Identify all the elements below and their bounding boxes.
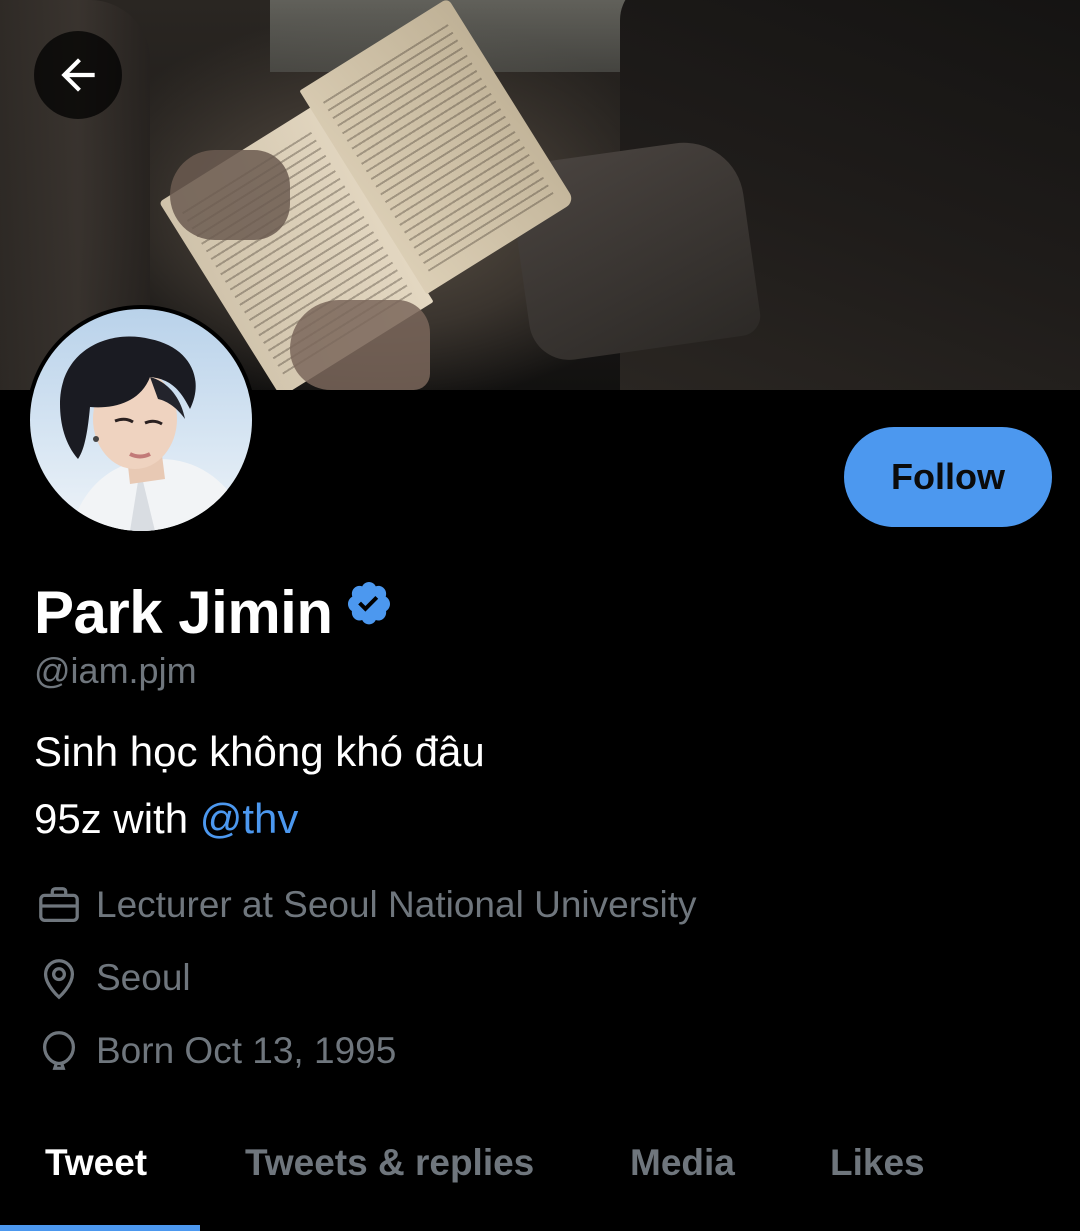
arrow-left-icon	[61, 58, 95, 92]
follow-button[interactable]: Follow	[844, 427, 1052, 527]
back-button[interactable]	[34, 31, 122, 119]
tab-likes[interactable]: Likes	[830, 1142, 925, 1184]
balloon-icon	[34, 1026, 84, 1076]
mention-link[interactable]: @thv	[200, 795, 299, 842]
birthday-text: Born Oct 13, 1995	[96, 1030, 397, 1071]
bio-text: 95z with	[34, 795, 200, 842]
profile-tabs: Tweet Tweets & replies Media Likes	[0, 1130, 1080, 1231]
briefcase-icon	[34, 880, 84, 930]
user-handle: @iam.pjm	[34, 650, 197, 691]
tab-tweets-replies[interactable]: Tweets & replies	[245, 1142, 534, 1184]
avatar[interactable]	[26, 305, 256, 535]
profile-work: Lecturer at Seoul National University	[34, 880, 697, 930]
display-name: Park Jimin	[34, 579, 333, 646]
bio-line: Sinh học không khó đâu	[34, 728, 485, 775]
profile-birthday: Born Oct 13, 1995	[34, 1026, 396, 1076]
location-pin-icon	[34, 953, 84, 1003]
tab-media[interactable]: Media	[630, 1142, 735, 1184]
profile-location: Seoul	[34, 953, 191, 1003]
banner-hand	[170, 150, 290, 240]
profile-name-row: Park Jimin	[34, 578, 393, 647]
bio-line: 95z with @thv	[34, 795, 298, 843]
avatar-image	[30, 309, 252, 531]
verified-badge-icon	[347, 581, 390, 624]
location-text: Seoul	[96, 957, 191, 998]
banner-hand	[290, 300, 430, 390]
work-text: Lecturer at Seoul National University	[96, 884, 697, 925]
active-tab-indicator	[0, 1225, 200, 1231]
tab-tweet[interactable]: Tweet	[45, 1142, 147, 1184]
